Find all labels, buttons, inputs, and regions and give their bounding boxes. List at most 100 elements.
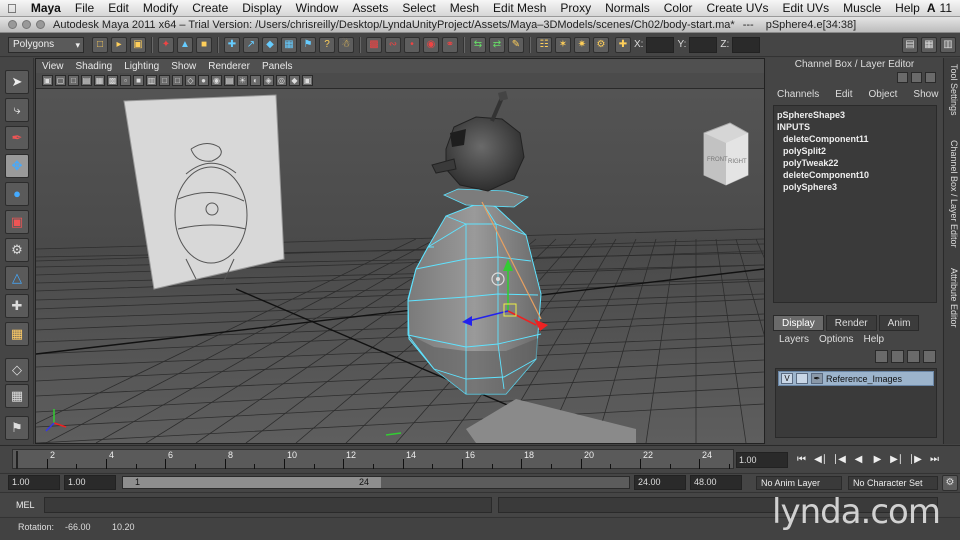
- play-forward-icon[interactable]: ▶: [870, 452, 885, 467]
- paint-select-icon[interactable]: ✒: [5, 126, 29, 150]
- move-down-icon[interactable]: [923, 350, 936, 363]
- snap-surface-icon[interactable]: ◉: [423, 36, 439, 53]
- question-mask-icon[interactable]: ?: [319, 36, 335, 53]
- input-node[interactable]: polySphere3: [777, 181, 933, 193]
- film-gate-icon[interactable]: ▩: [107, 75, 118, 86]
- tab-attribute-editor[interactable]: Attribute Editor: [946, 268, 959, 328]
- render-view-icon[interactable]: ☷: [536, 36, 552, 53]
- menu-proxy[interactable]: Proxy: [553, 1, 598, 15]
- layout-outliner-icon[interactable]: ⚑: [5, 416, 29, 440]
- menu-create-uvs[interactable]: Create UVs: [699, 1, 775, 15]
- input-node[interactable]: deleteComponent10: [777, 169, 933, 181]
- layer-help-menu[interactable]: Help: [863, 334, 884, 345]
- use-lights-icon[interactable]: ☀: [237, 75, 248, 86]
- menu-app[interactable]: Maya: [24, 1, 68, 15]
- go-to-end-icon[interactable]: ⏭: [927, 452, 942, 467]
- go-to-start-icon[interactable]: ⏮: [794, 452, 809, 467]
- menu-edit-uvs[interactable]: Edit UVs: [775, 1, 836, 15]
- menu-assets[interactable]: Assets: [345, 1, 395, 15]
- adobe-icon[interactable]: A: [927, 1, 936, 15]
- menu-create[interactable]: Create: [185, 1, 235, 15]
- layer-visibility-toggle[interactable]: V: [781, 373, 793, 384]
- layout-single-icon[interactable]: ◇: [5, 358, 29, 382]
- input-node[interactable]: polyTweak22: [777, 157, 933, 169]
- misc-mask-icon[interactable]: ⚑: [300, 36, 316, 53]
- range-thumb[interactable]: 1 24: [123, 477, 381, 488]
- layer-display-type-toggle[interactable]: [796, 373, 808, 384]
- command-input[interactable]: [44, 497, 492, 513]
- move-up-icon[interactable]: [907, 350, 920, 363]
- gate-mask-icon[interactable]: ■: [133, 75, 144, 86]
- edge-mask-icon[interactable]: ↗: [243, 36, 259, 53]
- smooth-shade-icon[interactable]: ●: [198, 75, 209, 86]
- menu-edit[interactable]: Edit: [101, 1, 136, 15]
- select-component-icon[interactable]: ■: [196, 36, 212, 53]
- field-chart-icon[interactable]: ▥: [146, 75, 157, 86]
- scale-tool-icon[interactable]: ▣: [5, 210, 29, 234]
- end-time-field[interactable]: 48.00: [690, 475, 742, 490]
- construction-history-icon[interactable]: ✎: [508, 36, 524, 53]
- select-tool-icon[interactable]: ➤: [5, 70, 29, 94]
- render-current-icon[interactable]: ✶: [555, 36, 571, 53]
- select-object-icon[interactable]: ▲: [177, 36, 193, 53]
- menu-color[interactable]: Color: [657, 1, 700, 15]
- ipr-render-icon[interactable]: ✷: [574, 36, 590, 53]
- menu-edit-mesh[interactable]: Edit Mesh: [486, 1, 553, 15]
- layout-four-icon[interactable]: ▦: [5, 384, 29, 408]
- channel-layer-mode-icon[interactable]: [925, 72, 936, 83]
- viewport-menu-shading[interactable]: Shading: [76, 61, 121, 72]
- layer-editor-mode-icon[interactable]: [911, 72, 922, 83]
- vertex-mask-icon[interactable]: ✚: [224, 36, 240, 53]
- isolate-select-icon[interactable]: ◈: [263, 75, 274, 86]
- move-tool-icon[interactable]: ✥: [5, 154, 29, 178]
- snap-grid-icon[interactable]: ▩: [366, 36, 382, 53]
- toggle-channel-box-icon[interactable]: ▥: [940, 37, 956, 53]
- uv-mask-icon[interactable]: ▦: [281, 36, 297, 53]
- snap-live-icon[interactable]: ⚭: [442, 36, 458, 53]
- xray-icon[interactable]: ◎: [276, 75, 287, 86]
- perspective-viewport[interactable]: View Shading Lighting Show Renderer Pane…: [35, 58, 765, 444]
- zoom-window-button[interactable]: [36, 20, 45, 29]
- universal-manip-icon[interactable]: ⚙: [5, 238, 29, 262]
- layer-color-icon[interactable]: ✒: [811, 373, 823, 384]
- soft-mod-icon[interactable]: △: [5, 266, 29, 290]
- new-layer-empty-icon[interactable]: [875, 350, 888, 363]
- hq-render-icon[interactable]: ▣: [302, 75, 313, 86]
- input-node[interactable]: deleteComponent11: [777, 133, 933, 145]
- menu-display[interactable]: Display: [235, 1, 288, 15]
- menu-normals[interactable]: Normals: [598, 1, 657, 15]
- tab-display[interactable]: Display: [773, 315, 824, 331]
- playback-start-field[interactable]: 1.00: [64, 475, 116, 490]
- menu-help[interactable]: Help: [888, 1, 927, 15]
- resolution-gate-icon[interactable]: ▫: [120, 75, 131, 86]
- open-scene-icon[interactable]: ▸: [111, 36, 127, 53]
- apple-icon[interactable]: : [0, 1, 24, 16]
- wireframe-icon[interactable]: ◇: [185, 75, 196, 86]
- bookmark-icon[interactable]: □: [68, 75, 79, 86]
- mel-label[interactable]: MEL: [16, 500, 35, 510]
- object-menu[interactable]: Object: [869, 89, 898, 100]
- snap-curve-icon[interactable]: ∾: [385, 36, 401, 53]
- anim-layer-dropdown[interactable]: No Anim Layer: [756, 476, 842, 490]
- menu-modify[interactable]: Modify: [136, 1, 185, 15]
- view-cube[interactable]: FRONT RIGHT: [703, 122, 749, 186]
- x-field[interactable]: [646, 36, 675, 53]
- layer-row[interactable]: V ✒ Reference_Images: [778, 371, 934, 386]
- edit-menu[interactable]: Edit: [835, 89, 852, 100]
- character-set-dropdown[interactable]: No Character Set: [848, 476, 938, 490]
- lasso-tool-icon[interactable]: ⤷: [5, 98, 29, 122]
- menu-mesh[interactable]: Mesh: [443, 1, 486, 15]
- step-back-key-icon[interactable]: ◀∣: [813, 452, 828, 467]
- menu-select[interactable]: Select: [395, 1, 442, 15]
- menu-muscle[interactable]: Muscle: [836, 1, 888, 15]
- scene-canvas[interactable]: FRONT RIGHT: [36, 89, 764, 443]
- history-input-icon[interactable]: ⇆: [470, 36, 486, 53]
- current-time-field[interactable]: 1.00: [736, 452, 788, 468]
- viewport-menu-show[interactable]: Show: [171, 61, 204, 72]
- image-plane-icon[interactable]: ▤: [81, 75, 92, 86]
- step-forward-key-icon[interactable]: ∣▶: [908, 452, 923, 467]
- y-field[interactable]: [689, 36, 718, 53]
- tab-tool-settings[interactable]: Tool Settings: [946, 64, 959, 116]
- menu-window[interactable]: Window: [289, 1, 346, 15]
- menu-set-dropdown[interactable]: Polygons: [8, 36, 84, 53]
